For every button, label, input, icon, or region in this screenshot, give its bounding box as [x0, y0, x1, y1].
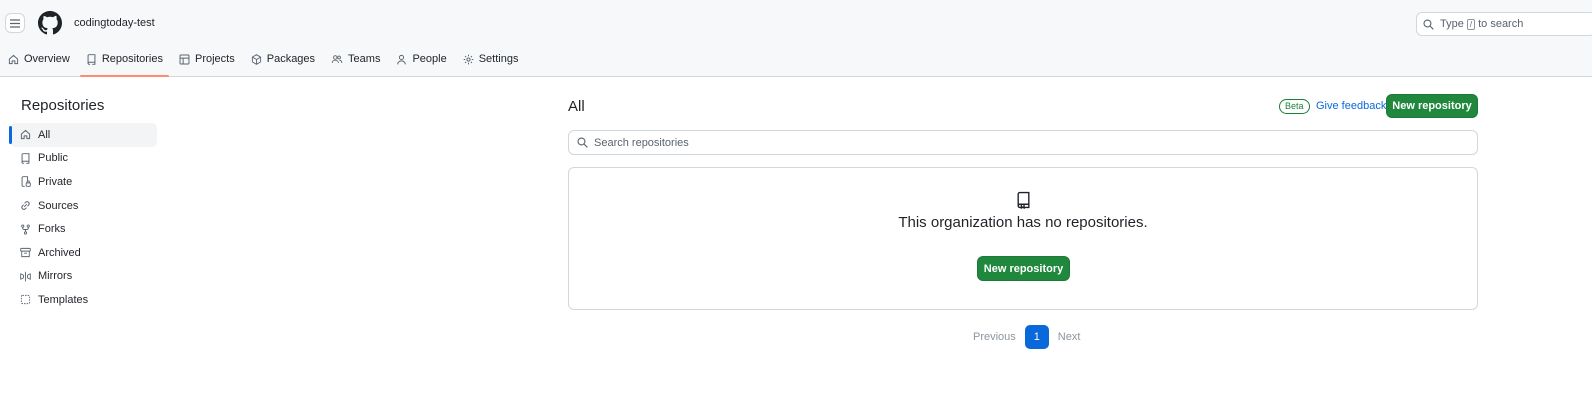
- menu-icon: [10, 18, 20, 28]
- sidebar-list: All Public Private Sources Forks Archive…: [9, 123, 157, 312]
- fork-icon: [20, 224, 33, 235]
- sidebar-item-label: Public: [38, 152, 68, 165]
- home-icon: [20, 129, 33, 140]
- search-placeholder: Search repositories: [594, 136, 689, 149]
- sidebar-item-label: Sources: [38, 199, 79, 212]
- tab-teams[interactable]: Teams: [323, 46, 388, 72]
- sidebar-item-label: All: [38, 128, 51, 141]
- empty-state-message: This organization has no repositories.: [898, 214, 1148, 231]
- link-icon: [20, 200, 33, 211]
- tab-overview[interactable]: Overview: [0, 46, 78, 72]
- sidebar-item-label: Forks: [38, 223, 66, 236]
- org-name-link[interactable]: codingtoday-test: [74, 17, 155, 29]
- tab-label: Teams: [348, 53, 381, 65]
- tab-label: People: [412, 53, 447, 65]
- sidebar-item-mirrors[interactable]: Mirrors: [10, 265, 157, 289]
- tab-people[interactable]: People: [388, 46, 454, 72]
- search-suffix-text: to search: [1478, 18, 1524, 30]
- search-icon: [577, 137, 588, 148]
- sidebar-item-label: Private: [38, 175, 73, 188]
- repo-icon: [20, 153, 33, 164]
- person-icon: [396, 54, 407, 65]
- sidebar-item-label: Archived: [38, 246, 81, 259]
- people-icon: [331, 54, 343, 65]
- new-repository-button[interactable]: New repository: [1386, 94, 1478, 118]
- tab-label: Packages: [266, 53, 316, 65]
- search-icon: [1423, 18, 1434, 30]
- app-header: codingtoday-test Type / to search Overvi…: [0, 0, 1592, 77]
- template-icon: [20, 294, 33, 305]
- home-icon: [8, 54, 19, 65]
- sidebar-item-label: Templates: [38, 293, 89, 306]
- give-feedback-link[interactable]: Give feedback: [1316, 100, 1386, 112]
- gear-icon: [463, 54, 474, 65]
- tab-label: Overview: [24, 53, 70, 65]
- tab-packages[interactable]: Packages: [243, 46, 323, 72]
- sidebar-title: Repositories: [21, 97, 105, 114]
- tab-repositories[interactable]: Repositories: [78, 46, 171, 77]
- archive-icon: [20, 247, 33, 258]
- search-prefix-text: Type: [1440, 18, 1464, 30]
- sidebar-item-all[interactable]: All: [9, 123, 157, 147]
- repo-icon: [86, 53, 97, 65]
- sidebar-item-forks[interactable]: Forks: [10, 217, 157, 241]
- sidebar-item-public[interactable]: Public: [10, 147, 157, 171]
- beta-badge: Beta: [1279, 99, 1310, 114]
- package-icon: [251, 53, 262, 65]
- tab-settings[interactable]: Settings: [455, 46, 527, 72]
- hamburger-menu-button[interactable]: [5, 13, 25, 33]
- sidebar-item-archived[interactable]: Archived: [10, 241, 157, 265]
- tab-projects[interactable]: Projects: [171, 46, 243, 72]
- global-search-input[interactable]: Type / to search: [1416, 12, 1592, 36]
- pagination-next[interactable]: Next: [1053, 331, 1086, 343]
- tab-label: Settings: [478, 53, 519, 65]
- table-icon: [179, 54, 190, 65]
- page-title: All: [568, 98, 585, 115]
- pagination: Previous 1 Next: [968, 325, 1085, 349]
- mirror-icon: [20, 271, 33, 282]
- sidebar-item-label: Mirrors: [38, 270, 73, 283]
- search-shortcut-key: /: [1466, 18, 1476, 30]
- empty-state-new-repository-button[interactable]: New repository: [977, 256, 1070, 281]
- lock-repo-icon: [20, 176, 33, 188]
- github-logo-icon[interactable]: [38, 11, 62, 35]
- sidebar-item-sources[interactable]: Sources: [10, 194, 157, 218]
- tab-label: Repositories: [101, 53, 163, 65]
- tab-label: Projects: [194, 53, 235, 65]
- repo-icon: [1017, 191, 1030, 209]
- sidebar-item-private[interactable]: Private: [10, 170, 157, 194]
- repository-search-input[interactable]: Search repositories: [568, 130, 1478, 155]
- sidebar-item-templates[interactable]: Templates: [10, 288, 157, 312]
- empty-state-box: This organization has no repositories. N…: [568, 167, 1478, 310]
- pagination-current-page[interactable]: 1: [1024, 325, 1049, 349]
- org-nav: Overview Repositories Projects Packages …: [0, 46, 526, 77]
- pagination-previous[interactable]: Previous: [968, 331, 1021, 343]
